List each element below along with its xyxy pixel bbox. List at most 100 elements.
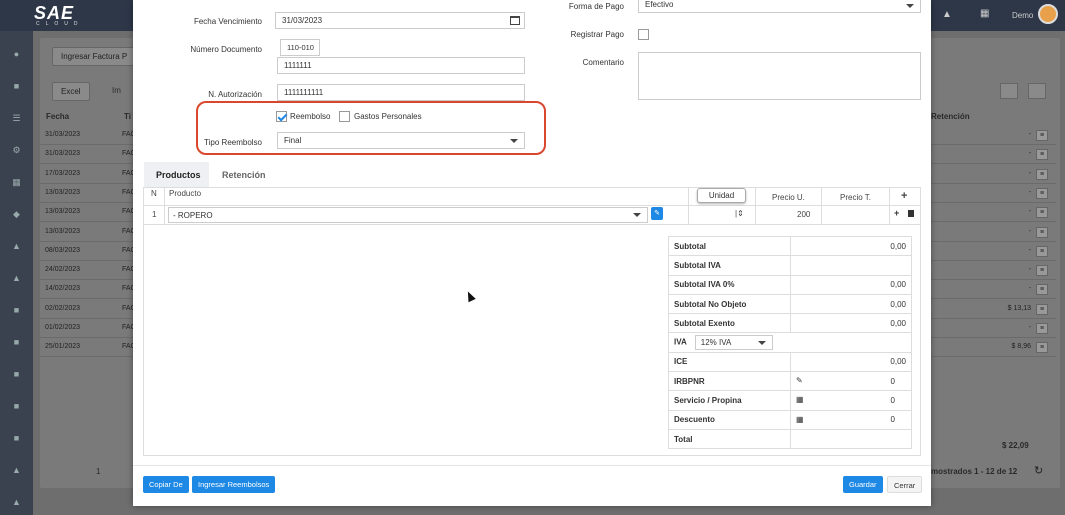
table-row-right[interactable]: $ 13,13 ≡ bbox=[921, 300, 1056, 319]
menu-icon[interactable]: ≡ bbox=[1036, 168, 1048, 180]
table-row[interactable]: 01/02/2023 FAC bbox=[40, 319, 136, 338]
refresh-icon[interactable]: ↻ bbox=[1034, 464, 1043, 477]
search-icon[interactable] bbox=[1000, 83, 1018, 99]
table-row[interactable]: 02/02/2023 FAC bbox=[40, 300, 136, 319]
calculator-icon[interactable]: ▦ bbox=[796, 415, 804, 424]
print-button[interactable]: Im bbox=[112, 86, 121, 95]
table-row[interactable]: 24/02/2023 FAC bbox=[40, 261, 136, 281]
table-row[interactable]: 31/03/2023 FAC bbox=[40, 126, 136, 145]
table-row[interactable]: 14/02/2023 FAC bbox=[40, 280, 136, 300]
totals-value[interactable]: 0,00 bbox=[790, 313, 912, 334]
table-row-right[interactable]: - ≡ bbox=[921, 223, 1056, 242]
iva-select[interactable]: 12% IVA bbox=[694, 335, 773, 351]
graduation-icon[interactable]: ▲ bbox=[0, 465, 33, 475]
calendar-icon[interactable] bbox=[510, 16, 520, 25]
producto-select[interactable]: - ROPERO bbox=[168, 207, 648, 223]
numero-documento-input[interactable]: 1111111 bbox=[277, 57, 525, 74]
trash-icon[interactable] bbox=[908, 210, 914, 217]
totals-value[interactable]: ✎ 0 bbox=[790, 371, 912, 392]
tab-productos[interactable]: Productos bbox=[144, 162, 209, 187]
dashboard-icon[interactable]: ● bbox=[0, 49, 33, 59]
list-icon[interactable]: ☰ bbox=[0, 113, 33, 124]
menu-icon[interactable]: ≡ bbox=[1036, 149, 1048, 161]
comentario-textarea[interactable] bbox=[638, 52, 921, 100]
numero-documento-prefix[interactable]: 110-010 bbox=[280, 39, 320, 56]
ingresar-factura-button[interactable]: Ingresar Factura P bbox=[52, 47, 137, 66]
table-row[interactable]: 25/01/2023 FAC bbox=[40, 338, 136, 358]
table-row-right[interactable]: - ≡ bbox=[921, 261, 1056, 281]
totals-value[interactable]: 0,00 bbox=[790, 235, 912, 257]
pencil-icon[interactable]: ✎ bbox=[796, 376, 803, 385]
forma-pago-select[interactable]: Efectivo bbox=[638, 0, 921, 13]
gastos-personales-checkbox[interactable] bbox=[339, 111, 350, 122]
unidad-stepper[interactable]: |⇕ bbox=[735, 209, 744, 218]
table-row[interactable]: 17/03/2023 FAC bbox=[40, 165, 136, 184]
autorizacion-input[interactable]: 1111111111 bbox=[277, 84, 525, 101]
table-row-right[interactable]: $ 8,96 ≡ bbox=[921, 338, 1056, 358]
table-row-right[interactable]: - ≡ bbox=[921, 145, 1056, 165]
table-row-right[interactable]: - ≡ bbox=[921, 184, 1056, 203]
excel-button[interactable]: Excel bbox=[52, 82, 90, 101]
gear-icon[interactable]: ⚙ bbox=[0, 145, 33, 156]
bell-icon[interactable]: ▲ bbox=[942, 9, 952, 20]
menu-icon[interactable]: ≡ bbox=[1036, 323, 1048, 334]
registrar-pago-checkbox[interactable] bbox=[638, 29, 649, 40]
table-row[interactable]: 31/03/2023 FAC bbox=[40, 145, 136, 165]
table-row[interactable]: 13/03/2023 FAC bbox=[40, 223, 136, 242]
copiar-de-button[interactable]: Copiar De bbox=[143, 476, 189, 493]
menu-icon[interactable]: ≡ bbox=[1036, 226, 1048, 238]
reembolso-checkbox[interactable] bbox=[276, 111, 287, 122]
pagination-page[interactable]: 1 bbox=[96, 467, 100, 476]
menu-icon[interactable]: ≡ bbox=[1036, 284, 1048, 296]
ingresar-reembolsos-button[interactable]: Ingresar Reembolsos bbox=[192, 476, 276, 493]
menu-icon[interactable]: ≡ bbox=[1036, 245, 1048, 257]
table-row[interactable]: 13/03/2023 FAC bbox=[40, 184, 136, 203]
add-icon[interactable]: + bbox=[894, 208, 899, 218]
cart-icon[interactable]: ▲ bbox=[0, 241, 33, 251]
column-retencion[interactable]: Retención bbox=[931, 112, 970, 121]
totals-value[interactable]: 0,00 bbox=[790, 351, 912, 373]
totals-value[interactable]: 0,00 bbox=[790, 293, 912, 315]
column-tipo[interactable]: Ti bbox=[124, 112, 131, 121]
menu-icon[interactable]: ≡ bbox=[1036, 207, 1048, 219]
chart-icon[interactable]: ■ bbox=[0, 369, 33, 379]
table-row-right[interactable]: - ≡ bbox=[921, 165, 1056, 184]
calculator-icon[interactable]: ▦ bbox=[796, 395, 804, 404]
tab-retencion[interactable]: Retención bbox=[210, 162, 280, 187]
shield-icon[interactable]: ◆ bbox=[0, 209, 33, 220]
totals-value[interactable]: 0,00 bbox=[790, 274, 912, 295]
table-icon[interactable]: ▦ bbox=[0, 177, 33, 188]
edit-product-icon[interactable]: ✎ bbox=[651, 207, 663, 220]
add-row-button[interactable]: + bbox=[901, 190, 907, 202]
document-icon[interactable]: ■ bbox=[0, 433, 33, 443]
folder-icon[interactable]: ■ bbox=[0, 305, 33, 315]
menu-icon[interactable]: ≡ bbox=[1036, 303, 1048, 315]
report-icon[interactable]: ■ bbox=[0, 337, 33, 347]
apps-grid-icon[interactable]: ▦ bbox=[980, 8, 989, 19]
totals-value[interactable]: ▦ 0 bbox=[790, 390, 912, 411]
table-row-right[interactable]: - ≡ bbox=[921, 319, 1056, 338]
precio-u-value[interactable]: 200 bbox=[797, 210, 810, 219]
table-row[interactable]: 13/03/2023 FAC bbox=[40, 203, 136, 223]
briefcase-icon[interactable]: ■ bbox=[0, 401, 33, 411]
menu-icon[interactable]: ≡ bbox=[1036, 130, 1048, 141]
avatar[interactable] bbox=[1038, 4, 1058, 24]
fecha-vencimiento-input[interactable]: 31/03/2023 bbox=[275, 12, 525, 29]
totals-value[interactable] bbox=[790, 255, 912, 276]
home-icon[interactable]: ■ bbox=[0, 81, 33, 91]
bank-icon[interactable]: ▲ bbox=[0, 273, 33, 283]
table-row-right[interactable]: - ≡ bbox=[921, 203, 1056, 223]
user-name[interactable]: Demo bbox=[1012, 11, 1033, 20]
menu-icon[interactable]: ≡ bbox=[1036, 187, 1048, 199]
table-row-right[interactable]: - ≡ bbox=[921, 126, 1056, 145]
totals-value[interactable] bbox=[790, 428, 912, 450]
menu-icon[interactable]: ≡ bbox=[1036, 342, 1048, 354]
menu-icon[interactable]: ≡ bbox=[1036, 265, 1048, 277]
graduation-icon-2[interactable]: ▲ bbox=[0, 497, 33, 507]
table-row[interactable]: 08/03/2023 FAC bbox=[40, 242, 136, 261]
guardar-button[interactable]: Guardar bbox=[843, 476, 883, 493]
tipo-reembolso-select[interactable]: Final bbox=[277, 132, 525, 149]
totals-value[interactable]: ▦ 0 bbox=[790, 409, 912, 430]
cerrar-button[interactable]: Cerrar bbox=[887, 476, 923, 493]
table-row-right[interactable]: - ≡ bbox=[921, 280, 1056, 300]
